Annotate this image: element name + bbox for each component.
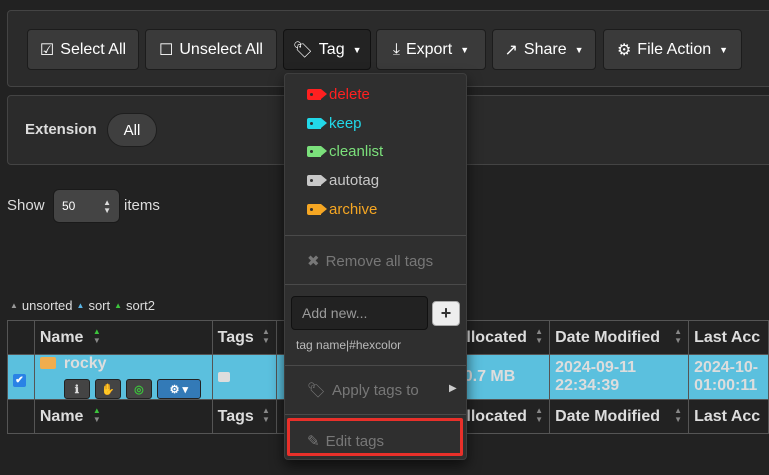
sort-icon: ▲ ▼ [535, 406, 544, 424]
tag-icon [307, 118, 327, 129]
close-icon: ✖ [307, 253, 320, 270]
file-action-button[interactable]: ⚙ File Action ▼ [603, 29, 742, 70]
column-header-last-access[interactable]: Last Acc [688, 320, 769, 355]
sort-arrow-icon: ▲ [76, 301, 85, 310]
extension-filter-all[interactable]: All [107, 113, 157, 147]
checkbox-checked-icon: ☑ [39, 41, 55, 59]
menu-divider [285, 414, 466, 415]
share-button[interactable]: ↗ Share ▼ [492, 29, 596, 70]
row-select-cell[interactable]: ✔ [7, 354, 35, 400]
sort-legend: ▲ unsorted ▲ sort ▲ sort2 [10, 298, 155, 313]
tag-button[interactable]: 🏷 Tag ▼ [283, 29, 371, 70]
tag-format-hint: tag name|#hexcolor [296, 338, 402, 352]
tag-menu-item-autotag[interactable]: autotag [307, 172, 379, 189]
column-header-name[interactable]: Name ▲ ▼ [33, 320, 213, 355]
sort-icon: ▲ ▼ [674, 406, 683, 424]
sort-icon: ▲ ▼ [92, 406, 101, 424]
edit-tags-highlight [287, 418, 463, 456]
unsorted-arrow-icon: ▲ [10, 301, 18, 310]
show-label: Show [7, 197, 45, 214]
caret-down-icon: ▼ [460, 44, 470, 55]
date-modified-cell: 2024-09-11 22:34:39 [549, 354, 690, 400]
extension-label: Extension [25, 121, 97, 138]
column-footer-date-modified[interactable]: Date Modified ▲ ▼ [549, 399, 690, 434]
select-all-button[interactable]: ☑ Select All [27, 29, 139, 70]
share-icon: ↗ [504, 41, 518, 59]
checkbox-checked-icon[interactable]: ✔ [13, 374, 26, 387]
submenu-arrow-icon: ▶ [449, 383, 457, 394]
tag-icon [307, 89, 327, 100]
menu-divider [285, 284, 466, 285]
tag-icon [307, 175, 327, 186]
unselect-all-button[interactable]: ☐ Unselect All [145, 29, 277, 70]
tag-dropdown-menu: delete keep cleanlist autotag archive ✖ … [284, 73, 467, 460]
sort-icon: ▲ ▼ [535, 327, 544, 345]
page-size-select[interactable]: 50 ▲ ▼ [53, 189, 120, 223]
tag-menu-item-archive[interactable]: archive [307, 201, 377, 218]
menu-divider [285, 235, 466, 236]
tag-menu-item-cleanlist[interactable]: cleanlist [307, 143, 383, 160]
last-access-cell: 2024-10- 01:00:11 [688, 354, 769, 400]
export-button[interactable]: ⤓ Export ▼ [376, 29, 486, 70]
fingerprint-icon[interactable]: ◎ [125, 379, 152, 399]
add-tag-button[interactable]: + [432, 301, 460, 326]
tags-icon: 🏷 [307, 382, 327, 399]
sort-icon: ▲ ▼ [261, 327, 270, 345]
column-header-tags[interactable]: Tags ▲ ▼ [211, 320, 277, 355]
name-cell[interactable]: rocky ℹ ✋ ◎ ⚙ ▾ [33, 354, 213, 400]
spinner-arrows-icon: ▲ ▼ [103, 198, 111, 215]
hand-icon[interactable]: ✋ [94, 379, 121, 399]
menu-divider [285, 365, 466, 366]
tag-icon [217, 371, 230, 382]
sort-icon: ▲ ▼ [261, 406, 270, 424]
folder-icon [39, 357, 56, 369]
add-new-tag-input[interactable] [291, 296, 428, 330]
tag-menu-item-keep[interactable]: keep [307, 115, 362, 132]
sort-icon: ▲ ▼ [674, 327, 683, 345]
gears-icon: ⚙ [616, 41, 632, 59]
sort2-arrow-icon: ▲ [114, 301, 123, 310]
sort-icon: ▲ ▼ [92, 327, 101, 345]
column-footer-name[interactable]: Name ▲ ▼ [33, 399, 213, 434]
column-header-date-modified[interactable]: Date Modified ▲ ▼ [549, 320, 690, 355]
column-footer-tags[interactable]: Tags ▲ ▼ [211, 399, 277, 434]
row-gears-dropdown[interactable]: ⚙ ▾ [156, 379, 201, 399]
row-actions: ℹ ✋ ◎ ⚙ ▾ [63, 379, 207, 399]
tag-icon [307, 146, 327, 157]
remove-all-tags-item[interactable]: ✖ Remove all tags [307, 252, 433, 271]
select-column-footer [7, 399, 35, 434]
column-footer-last-access[interactable]: Last Acc [688, 399, 769, 434]
caret-down-icon: ▼ [719, 44, 729, 55]
tag-icon [307, 204, 327, 215]
apply-tags-to-item[interactable]: 🏷 Apply tags to [307, 381, 419, 400]
export-icon: ⤓ [392, 40, 400, 58]
caret-down-icon: ▼ [574, 44, 584, 55]
tag-icon: 🏷 [292, 41, 313, 59]
select-column-header [7, 320, 35, 355]
caret-down-icon: ▼ [352, 44, 362, 55]
checkbox-empty-icon: ☐ [159, 41, 174, 59]
info-icon[interactable]: ℹ [63, 379, 90, 399]
tag-menu-item-delete[interactable]: delete [307, 86, 370, 103]
items-label: items [124, 197, 160, 214]
tags-cell [211, 354, 277, 400]
